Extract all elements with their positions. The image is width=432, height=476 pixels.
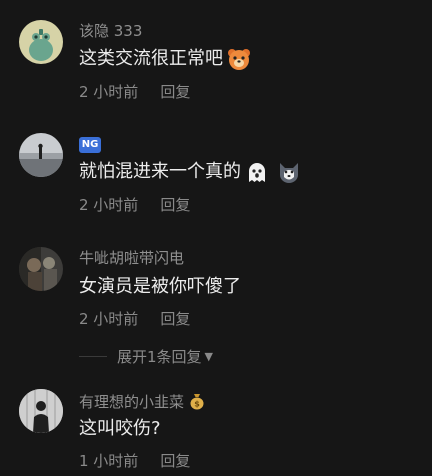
comment-meta: 1 小时前 回复 (79, 452, 190, 470)
comment-text-row: 就怕混进来一个真的 (79, 160, 301, 184)
avatar[interactable] (19, 20, 63, 64)
username[interactable]: 牛呲胡啦带闪电 (79, 249, 184, 267)
comment-feed: 该隐 333 这类交流很正常吧 2 小时前 回复 NG 就怕混进来一个真的 2 … (0, 0, 432, 476)
ghost-emoji-icon (245, 160, 269, 184)
divider-line (79, 355, 107, 357)
timestamp: 2 小时前 (79, 83, 139, 101)
bear-emoji-icon (227, 47, 251, 71)
comment-text-row: 这类交流很正常吧 (79, 47, 251, 71)
timestamp: 2 小时前 (79, 196, 139, 214)
reply-button[interactable]: 回复 (160, 452, 190, 470)
reply-button[interactable]: 回复 (160, 310, 190, 328)
reply-button[interactable]: 回复 (160, 83, 190, 101)
comment-meta: 2 小时前 回复 (79, 83, 190, 101)
avatar[interactable] (19, 247, 63, 291)
comment-text: 这类交流很正常吧 (79, 48, 223, 69)
reply-button[interactable]: 回复 (160, 196, 190, 214)
comment-meta: 2 小时前 回复 (79, 310, 190, 328)
comment-text-row: 女演员是被你吓傻了 (79, 275, 241, 299)
money-bag-emoji-icon: $ (188, 392, 206, 410)
username[interactable]: 该隐 333 (79, 22, 142, 40)
user-badge: NG (79, 137, 101, 153)
caret-down-icon: ▼ (204, 349, 214, 363)
comment-text: 这叫咬伤? (79, 418, 161, 439)
username-text: 有理想的小韭菜 (79, 393, 185, 411)
comment-text: 就怕混进来一个真的 (79, 161, 241, 182)
avatar[interactable] (19, 133, 63, 177)
expand-replies-button[interactable]: 展开1条回复 ▼ (79, 346, 213, 366)
comment-text: 女演员是被你吓傻了 (79, 276, 241, 297)
timestamp: 1 小时前 (79, 452, 139, 470)
avatar[interactable] (19, 389, 63, 433)
comment-text-row: 这叫咬伤? (79, 417, 161, 441)
username[interactable]: 有理想的小韭菜 $ (79, 392, 206, 411)
svg-text:$: $ (194, 400, 200, 409)
timestamp: 2 小时前 (79, 310, 139, 328)
comment-meta: 2 小时前 回复 (79, 196, 190, 214)
expand-replies-label: 展开1条回复 (117, 347, 202, 366)
husky-emoji-icon (277, 160, 301, 184)
